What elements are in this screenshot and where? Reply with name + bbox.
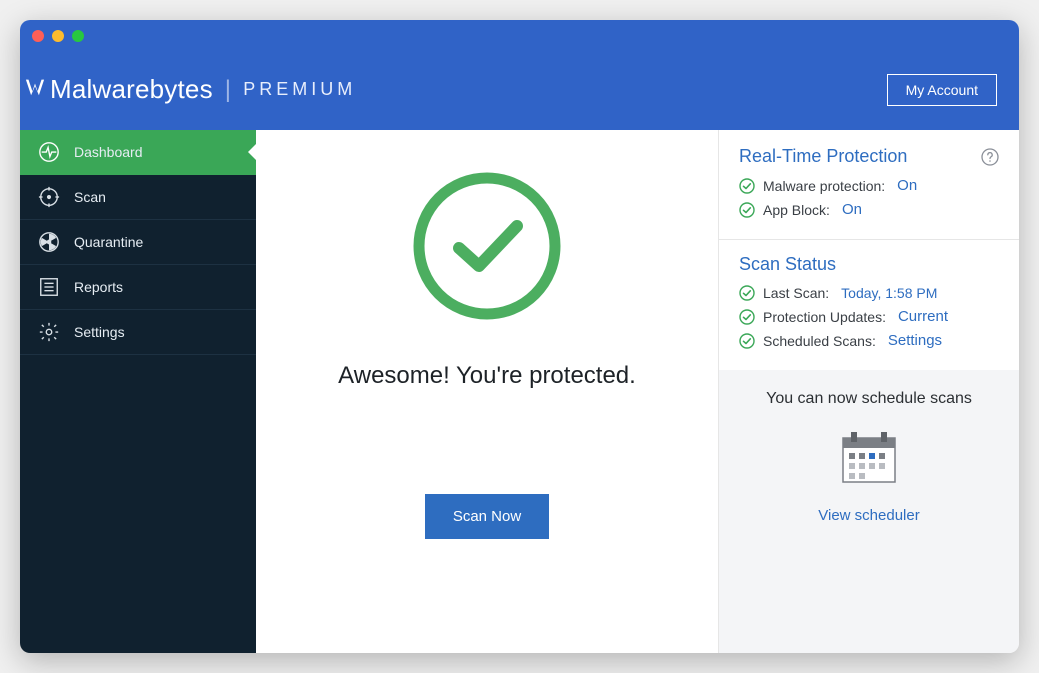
window-controls	[32, 30, 96, 64]
my-account-button[interactable]: My Account	[887, 74, 997, 106]
sidebar-item-label: Settings	[74, 324, 125, 340]
sidebar-item-label: Dashboard	[74, 144, 143, 160]
gear-icon	[38, 321, 60, 343]
rtp-malware-label: Malware protection:	[763, 178, 885, 194]
scan-now-button[interactable]: Scan Now	[425, 494, 549, 539]
scan-status-title: Scan Status	[739, 254, 836, 275]
rtp-row-appblock: App Block: On	[739, 201, 999, 218]
rtp-title-row: Real-Time Protection	[739, 146, 999, 167]
zoom-window-button[interactable]	[72, 30, 84, 42]
activity-icon	[38, 141, 60, 163]
minimize-window-button[interactable]	[52, 30, 64, 42]
section-divider	[719, 239, 1019, 240]
sidebar-item-reports[interactable]: Reports	[20, 265, 256, 310]
rtp-appblock-label: App Block:	[763, 202, 830, 218]
close-window-button[interactable]	[32, 30, 44, 42]
scan-status-row-scheduled: Scheduled Scans: Settings	[739, 332, 999, 349]
rtp-appblock-toggle[interactable]: On	[842, 201, 862, 218]
status-check-icon	[407, 166, 567, 326]
sidebar-item-settings[interactable]: Settings	[20, 310, 256, 355]
header: Malwarebytes | PREMIUM My Account	[20, 74, 1019, 130]
scheduled-scans-label: Scheduled Scans:	[763, 333, 876, 349]
app-window: Malwarebytes | PREMIUM My Account Dashbo…	[20, 20, 1019, 653]
scan-status-title-row: Scan Status	[739, 254, 999, 275]
sidebar-item-label: Scan	[74, 189, 106, 205]
sidebar-item-scan[interactable]: Scan	[20, 175, 256, 220]
brand-icon	[22, 77, 48, 103]
app-logo: Malwarebytes | PREMIUM	[22, 74, 356, 105]
last-scan-value: Today, 1:58 PM	[841, 285, 937, 301]
check-circle-icon	[739, 285, 755, 301]
last-scan-label: Last Scan:	[763, 285, 829, 301]
rtp-title: Real-Time Protection	[739, 146, 907, 167]
sidebar-item-label: Reports	[74, 279, 123, 295]
scheduled-scans-link[interactable]: Settings	[888, 332, 942, 349]
check-circle-icon	[739, 333, 755, 349]
target-icon	[38, 186, 60, 208]
scheduler-promo: You can now schedule scans	[719, 370, 1019, 653]
check-circle-icon	[739, 202, 755, 218]
right-panel: Real-Time Protection Malware protection:…	[719, 130, 1019, 653]
sidebar: Dashboard Scan Quarantine Reports	[20, 130, 256, 653]
sidebar-item-dashboard[interactable]: Dashboard	[20, 130, 256, 175]
check-circle-icon	[739, 309, 755, 325]
brand-name: Malwarebytes	[50, 74, 213, 105]
check-circle-icon	[739, 178, 755, 194]
content: Awesome! You're protected. Scan Now Real…	[256, 130, 1019, 653]
view-scheduler-link[interactable]: View scheduler	[818, 507, 919, 524]
main-panel: Awesome! You're protected. Scan Now	[256, 130, 719, 653]
brand-mark: Malwarebytes	[22, 74, 213, 105]
sidebar-item-label: Quarantine	[74, 234, 143, 250]
body: Dashboard Scan Quarantine Reports	[20, 130, 1019, 653]
brand-divider: |	[225, 76, 231, 104]
scan-status-row-last: Last Scan: Today, 1:58 PM	[739, 285, 999, 301]
calendar-icon	[839, 430, 899, 485]
scheduler-promo-title: You can now schedule scans	[766, 390, 972, 408]
radiation-icon	[38, 231, 60, 253]
status-headline: Awesome! You're protected.	[338, 362, 636, 390]
protection-updates-label: Protection Updates:	[763, 309, 886, 325]
list-icon	[38, 276, 60, 298]
sidebar-item-quarantine[interactable]: Quarantine	[20, 220, 256, 265]
rtp-row-malware: Malware protection: On	[739, 177, 999, 194]
product-tier: PREMIUM	[243, 79, 356, 100]
rtp-malware-toggle[interactable]: On	[897, 177, 917, 194]
help-icon[interactable]	[981, 148, 999, 166]
titlebar	[20, 20, 1019, 74]
scan-status-row-updates: Protection Updates: Current	[739, 308, 999, 325]
protection-updates-link[interactable]: Current	[898, 308, 948, 325]
